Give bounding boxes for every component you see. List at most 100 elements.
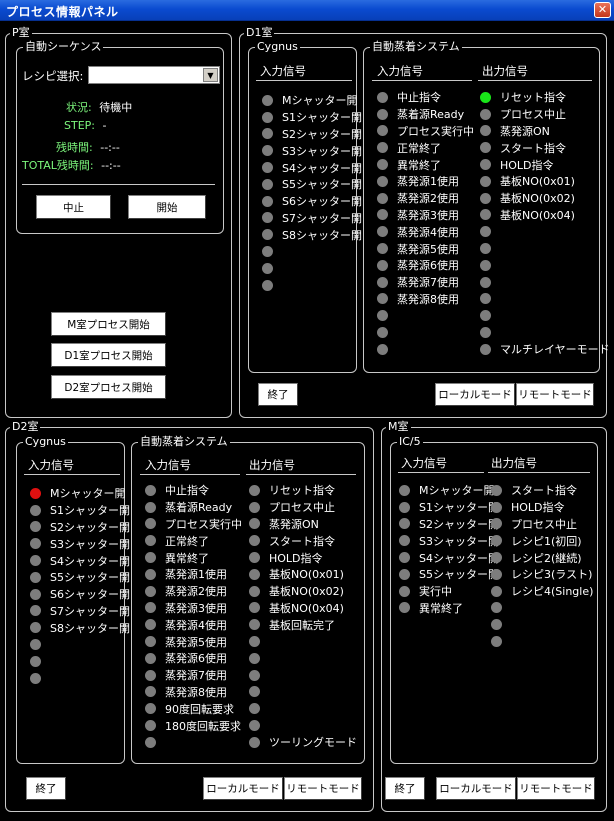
indicator-lamp-icon bbox=[262, 195, 273, 207]
d1-auto-input-row: 正常終了 bbox=[377, 139, 474, 156]
indicator-lamp-icon bbox=[491, 619, 502, 631]
d2-auto-output-row bbox=[249, 667, 357, 684]
m-output-list: スタート指令 HOLD指令 プロセス中止 レシピ1(初回) レシピ2(継続) レシピ3(ラ… bbox=[491, 482, 593, 650]
indicator-lamp-icon bbox=[30, 521, 41, 533]
indicator-lamp-icon bbox=[377, 276, 388, 288]
m-local-mode-button[interactable]: ローカルモード bbox=[436, 777, 516, 800]
d2-cygnus-input-label: Mシャッター開 bbox=[50, 487, 126, 501]
d2-auto-output-row bbox=[249, 717, 357, 734]
indicator-lamp-icon bbox=[30, 571, 41, 583]
d2-auto-input-list: 中止指令 蒸着源Ready プロセス実行中 正常終了 異常終了 蒸発源1使用 蒸発源2使用蒸… bbox=[145, 482, 242, 751]
d1-auto-output-list: リセット指令 プロセス中止 蒸発源ON スタート指令 HOLD指令 基板NO(0x01) 基… bbox=[480, 89, 610, 358]
d2-room-process-start-button[interactable]: D2室プロセス開始 bbox=[51, 375, 166, 399]
d1-auto-input-label: 蒸発源1使用 bbox=[397, 175, 459, 189]
d2-auto-output-row: 基板NO(0x04) bbox=[249, 600, 357, 617]
remain-value: --:-- bbox=[100, 141, 120, 154]
indicator-lamp-icon bbox=[399, 484, 410, 496]
d2-auto-input-label: 180度回転要求 bbox=[165, 719, 241, 733]
d2-auto-input-row: 中止指令 bbox=[145, 482, 242, 499]
remain-row: 残時間: --:-- bbox=[56, 139, 120, 155]
indicator-lamp-icon bbox=[399, 535, 410, 547]
indicator-lamp-icon bbox=[377, 327, 388, 339]
indicator-lamp-icon bbox=[480, 327, 491, 339]
d1-auto-input-label: 正常終了 bbox=[397, 141, 441, 155]
indicator-lamp-icon bbox=[262, 94, 273, 106]
d2-auto-input-label: 蒸発源6使用 bbox=[165, 652, 227, 666]
m-end-button[interactable]: 終了 bbox=[385, 777, 425, 800]
step-label: STEP: bbox=[64, 119, 95, 132]
d2-end-button[interactable]: 終了 bbox=[26, 777, 66, 800]
m-input-row: Mシャッター開 bbox=[399, 482, 499, 499]
m-remote-mode-button[interactable]: リモートモード bbox=[517, 777, 595, 800]
d2-auto-output-row bbox=[249, 684, 357, 701]
d2-auto-input-row: 正常終了 bbox=[145, 532, 242, 549]
d1-auto-output-row: 蒸発源ON bbox=[480, 123, 610, 140]
indicator-lamp-icon bbox=[480, 125, 491, 137]
indicator-lamp-icon bbox=[30, 555, 41, 567]
d1-end-button[interactable]: 終了 bbox=[258, 383, 298, 406]
indicator-lamp-icon bbox=[262, 111, 273, 123]
d1-cygnus-input-label: S6シャッター開 bbox=[282, 195, 362, 209]
indicator-lamp-icon bbox=[480, 159, 491, 171]
indicator-lamp-icon bbox=[249, 686, 260, 698]
d1-auto-output-row: リセット指令 bbox=[480, 89, 610, 106]
d1-auto-input-row: 蒸発源8使用 bbox=[377, 291, 474, 308]
d1-auto-output-row: プロセス中止 bbox=[480, 106, 610, 123]
indicator-lamp-icon bbox=[377, 192, 388, 204]
close-icon[interactable]: ✕ bbox=[594, 2, 611, 18]
indicator-lamp-icon bbox=[145, 585, 156, 597]
indicator-lamp-icon bbox=[249, 619, 260, 631]
recipe-select[interactable]: ▼ bbox=[88, 66, 220, 84]
m-input-header-line bbox=[398, 472, 484, 473]
d1-auto-input-row: 蒸発源1使用 bbox=[377, 173, 474, 190]
d2-auto-input-row: 蒸着源Ready bbox=[145, 499, 242, 516]
d2-auto-output-header: 出力信号 bbox=[249, 458, 295, 472]
d1-local-mode-button[interactable]: ローカルモード bbox=[435, 383, 515, 406]
d1-auto-output-row: スタート指令 bbox=[480, 139, 610, 156]
d2-auto-output-row bbox=[249, 650, 357, 667]
indicator-lamp-icon bbox=[491, 602, 502, 614]
step-value: - bbox=[102, 119, 107, 132]
indicator-lamp-icon bbox=[491, 568, 502, 580]
m-output-header-line bbox=[488, 472, 590, 473]
d1-room-process-start-button[interactable]: D1室プロセス開始 bbox=[51, 343, 166, 367]
m-room-process-start-button[interactable]: M室プロセス開始 bbox=[51, 312, 166, 336]
d2-local-mode-button[interactable]: ローカルモード bbox=[203, 777, 283, 800]
d1-auto-input-row: プロセス実行中 bbox=[377, 123, 474, 140]
d1-room-label: D1室 bbox=[244, 26, 275, 40]
total-remain-label: TOTAL残時間: bbox=[22, 159, 94, 172]
d2-auto-output-row: ツーリングモード bbox=[249, 734, 357, 751]
d1-auto-output-row: HOLD指令 bbox=[480, 156, 610, 173]
d2-remote-mode-button[interactable]: リモートモード bbox=[284, 777, 362, 800]
d2-auto-output-label: ツーリングモード bbox=[269, 736, 357, 750]
indicator-lamp-icon bbox=[249, 736, 260, 748]
stop-button[interactable]: 中止 bbox=[36, 195, 111, 219]
d1-auto-input-label: 蒸発源3使用 bbox=[397, 208, 459, 222]
d1-auto-input-row bbox=[377, 324, 474, 341]
d1-remote-mode-button[interactable]: リモートモード bbox=[516, 383, 594, 406]
d1-cygnus-input-label: S5シャッター開 bbox=[282, 178, 362, 192]
d1-cygnus-input-label: S2シャッター開 bbox=[282, 127, 362, 141]
indicator-lamp-icon bbox=[377, 226, 388, 238]
d1-auto-input-row bbox=[377, 341, 474, 358]
indicator-lamp-icon bbox=[480, 192, 491, 204]
indicator-lamp-icon bbox=[480, 259, 491, 271]
d2-auto-output-label: プロセス中止 bbox=[269, 501, 335, 515]
start-button[interactable]: 開始 bbox=[128, 195, 206, 219]
d1-auto-output-label: リセット指令 bbox=[500, 91, 566, 105]
m-output-label: プロセス中止 bbox=[511, 517, 577, 531]
indicator-lamp-icon bbox=[377, 175, 388, 187]
d2-auto-input-row: 蒸発源5使用 bbox=[145, 633, 242, 650]
d2-auto-output-row: 基板回転完了 bbox=[249, 616, 357, 633]
chevron-down-icon[interactable]: ▼ bbox=[203, 68, 218, 82]
indicator-lamp-icon bbox=[377, 125, 388, 137]
m-output-row: プロセス中止 bbox=[491, 516, 593, 533]
d2-auto-output-label: 基板NO(0x02) bbox=[269, 585, 344, 599]
d1-auto-input-label: プロセス実行中 bbox=[397, 124, 474, 138]
d1-auto-output-row bbox=[480, 274, 610, 291]
indicator-lamp-icon bbox=[249, 585, 260, 597]
indicator-lamp-icon bbox=[480, 293, 491, 305]
d2-auto-input-label: 蒸発源2使用 bbox=[165, 585, 227, 599]
status-row: 状況: 待機中 bbox=[66, 99, 132, 115]
d1-auto-output-row: 基板NO(0x02) bbox=[480, 190, 610, 207]
